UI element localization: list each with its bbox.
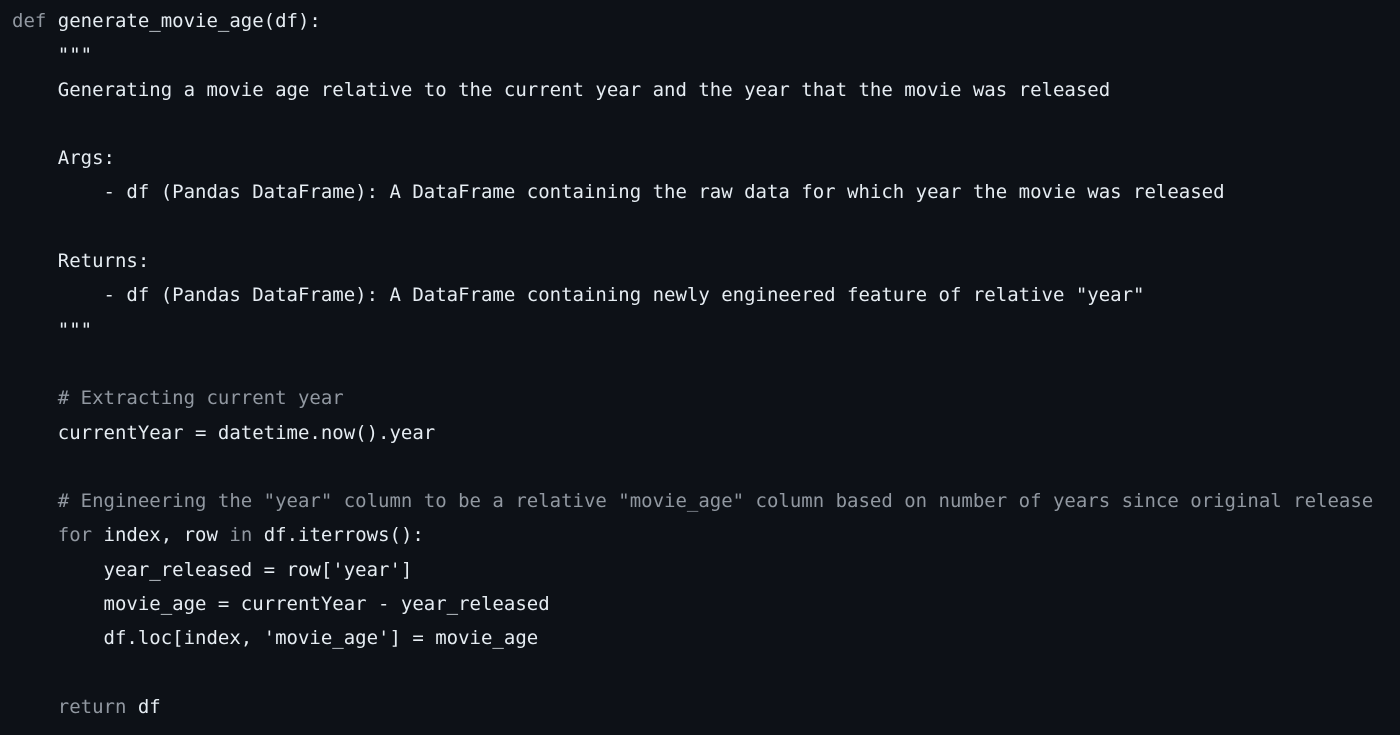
code-line: year_released = row['year'] — [12, 553, 1400, 587]
code-line: Args: — [12, 141, 1400, 175]
code-line: currentYear = datetime.now().year — [12, 416, 1400, 450]
code-token-str: Args: — [12, 147, 115, 170]
code-line: def generate_movie_age(df): — [12, 4, 1400, 38]
code-token-str: """ — [12, 318, 93, 341]
code-token-comment: # Engineering the "year" column to be a … — [12, 490, 1374, 513]
code-token-kw: for — [57, 524, 93, 547]
code-token-plain: df — [126, 695, 161, 718]
code-token-plain: generate_movie_age(df): — [46, 10, 321, 32]
code-token-plain: movie_age = currentYear - year_released — [12, 593, 550, 616]
code-token-kw: in — [229, 524, 253, 547]
code-token-plain: currentYear = datetime.now().year — [12, 421, 436, 444]
code-line: Returns: — [12, 244, 1400, 278]
code-token-str: - df (Pandas DataFrame): A DataFrame con… — [12, 181, 1225, 204]
code-token-plain: year_released = row['year'] — [12, 558, 413, 581]
code-line: df.loc[index, 'movie_age'] = movie_age — [12, 621, 1400, 655]
code-token-comment: # Extracting current year — [12, 387, 344, 410]
code-block: def generate_movie_age(df): """ Generati… — [0, 0, 1400, 735]
code-line: return df — [12, 690, 1400, 724]
code-line: - df (Pandas DataFrame): A DataFrame con… — [12, 278, 1400, 312]
code-token-kw: def — [12, 10, 47, 32]
code-token-str: Returns: — [12, 250, 150, 273]
code-token-plain: df.loc[index, 'movie_age'] = movie_age — [12, 627, 539, 650]
code-token-plain: df.iterrows(): — [252, 524, 424, 547]
code-line: """ — [12, 38, 1400, 72]
code-token-str: """ — [12, 44, 93, 67]
code-line: movie_age = currentYear - year_released — [12, 587, 1400, 621]
code-line: # Extracting current year — [12, 381, 1400, 415]
code-token-str: - df (Pandas DataFrame): A DataFrame con… — [12, 284, 1145, 307]
code-token-str: Generating a movie age relative to the c… — [12, 78, 1111, 101]
code-listing: def generate_movie_age(df): """ Generati… — [12, 4, 1400, 724]
code-line: """ — [12, 313, 1400, 347]
code-line: - df (Pandas DataFrame): A DataFrame con… — [12, 175, 1400, 209]
code-line: for index, row in df.iterrows(): — [12, 518, 1400, 552]
code-line: # Engineering the "year" column to be a … — [12, 484, 1400, 518]
code-line: Generating a movie age relative to the c… — [12, 73, 1400, 107]
code-token-plain: index, row — [92, 524, 230, 547]
code-token-kw: return — [57, 695, 127, 718]
